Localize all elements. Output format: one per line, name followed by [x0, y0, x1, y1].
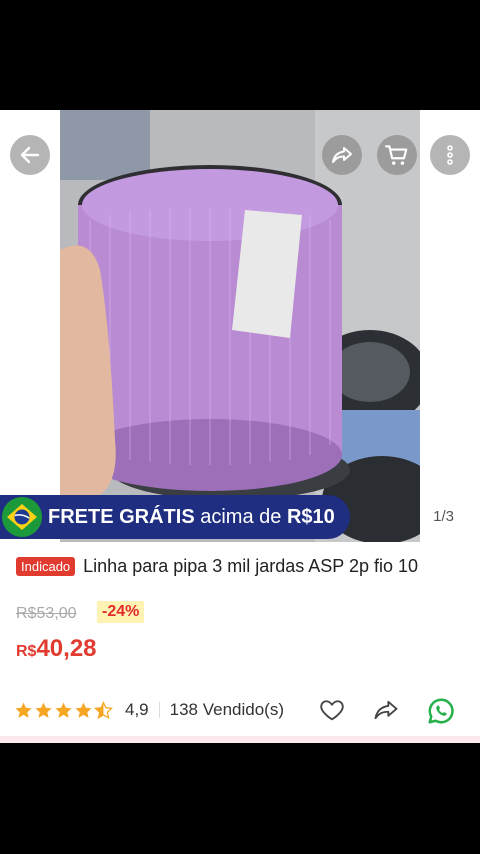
price-value: 40,28 [36, 635, 97, 662]
favorite-heart-icon[interactable] [318, 696, 346, 724]
recommended-badge: Indicado [16, 557, 76, 576]
cart-button[interactable] [377, 135, 417, 175]
original-price: R$53,00 [16, 605, 77, 622]
more-button[interactable] [430, 135, 470, 175]
rating-stars [14, 700, 113, 720]
share-icon [332, 147, 352, 163]
free-shipping-label: FRETE GRÁTIS [48, 505, 195, 528]
banner-text: FRETE GRÁTIS acima de R$10 [48, 506, 335, 529]
back-button[interactable] [10, 135, 50, 175]
product-screen: FRETE GRÁTIS acima de R$10 1/3 Indicado … [0, 110, 480, 743]
threshold-amount: R$10 [286, 505, 335, 528]
current-price: R$40,28 [16, 635, 97, 663]
star-icon [75, 702, 92, 718]
discount-badge: -24% [97, 601, 145, 623]
rating-value: 4,9 [125, 700, 149, 719]
more-icon [447, 145, 453, 165]
share-button[interactable] [322, 135, 362, 175]
whatsapp-icon[interactable] [426, 696, 456, 726]
product-title: Linha para pipa 3 mil jardas ASP 2p fio … [83, 556, 419, 576]
star-icon [55, 702, 72, 718]
free-shipping-banner: FRETE GRÁTIS acima de R$10 [0, 495, 350, 539]
half-star-icon [94, 700, 113, 719]
divider [158, 702, 160, 718]
star-icon [15, 702, 32, 718]
price-currency: R$ [16, 643, 37, 660]
back-arrow-icon [20, 146, 40, 164]
cart-icon [385, 145, 408, 165]
product-photo [60, 110, 420, 542]
title-row: Indicado Linha para pipa 3 mil jardas AS… [16, 556, 472, 577]
sold-count: 138 Vendido(s) [169, 700, 285, 719]
share-product-icon[interactable] [371, 696, 401, 724]
footer-strip [0, 736, 480, 743]
star-icon [35, 702, 52, 718]
rating-row: 4,9 138 Vendido(s) [14, 696, 466, 724]
above-label: acima de [200, 505, 282, 528]
image-counter: 1/3 [425, 506, 462, 528]
product-gallery[interactable]: FRETE GRÁTIS acima de R$10 1/3 [0, 110, 480, 542]
brazil-flag-icon [2, 497, 42, 537]
